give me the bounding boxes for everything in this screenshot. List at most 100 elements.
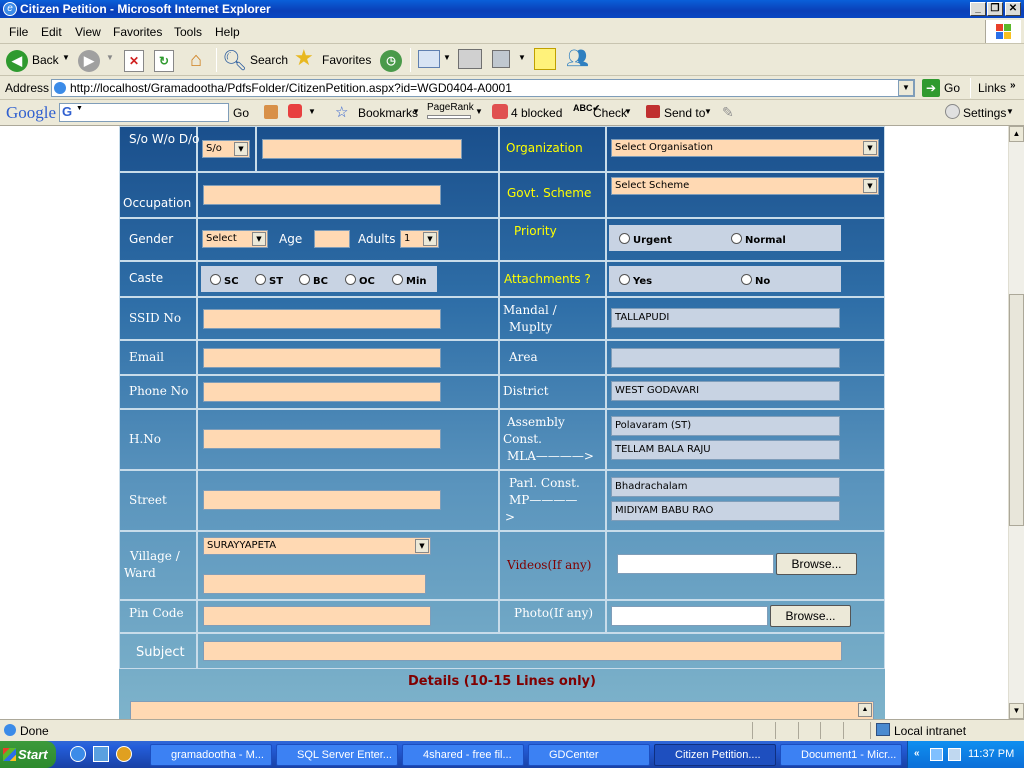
close-button[interactable]: ✕: [1005, 2, 1021, 16]
check-dropdown-icon[interactable]: ▼: [624, 107, 632, 116]
ward-input[interactable]: [203, 574, 426, 594]
tray-expand-icon[interactable]: «: [914, 748, 920, 759]
news-icon[interactable]: [264, 105, 278, 119]
caste-sc-radio[interactable]: [210, 274, 221, 285]
send-to-icon[interactable]: [646, 105, 660, 118]
check-button[interactable]: Check: [593, 106, 627, 120]
mail-icon[interactable]: [418, 50, 440, 68]
videos-file-input[interactable]: [617, 554, 774, 574]
search-button[interactable]: Search: [250, 53, 288, 67]
settings-icon[interactable]: [945, 104, 960, 119]
taskbar-item[interactable]: Document1 - Micr...: [780, 744, 902, 766]
village-select[interactable]: SURAYYAPETA ▼: [203, 537, 431, 555]
relation-name-input[interactable]: [262, 139, 462, 159]
quicklaunch-media-icon[interactable]: [116, 746, 132, 762]
organization-select[interactable]: Select Organisation ▼: [611, 139, 879, 157]
discuss-icon[interactable]: [534, 48, 556, 70]
clock[interactable]: 11:37 PM: [968, 748, 1014, 760]
pincode-input[interactable]: [203, 606, 431, 626]
priority-urgent-radio[interactable]: [619, 233, 630, 244]
back-dropdown-icon[interactable]: ▼: [62, 53, 70, 62]
subject-input[interactable]: [203, 641, 842, 661]
go-arrow-icon[interactable]: ➔: [922, 79, 940, 97]
taskbar-item[interactable]: SQL Server Enter...: [276, 744, 398, 766]
street-input[interactable]: [203, 490, 441, 510]
settings-button[interactable]: Settings: [963, 106, 1006, 120]
network-icon[interactable]: [930, 748, 943, 761]
menu-help[interactable]: Help: [215, 25, 240, 39]
maximize-button[interactable]: ❐: [987, 2, 1003, 16]
stop-icon[interactable]: ✕: [124, 50, 144, 72]
email-input[interactable]: [203, 348, 441, 368]
age-input[interactable]: [314, 230, 350, 248]
attachments-no-radio[interactable]: [741, 274, 752, 285]
menu-file[interactable]: File: [9, 25, 28, 39]
google-go-button[interactable]: Go: [233, 106, 249, 120]
edit-dropdown-icon[interactable]: ▼: [518, 53, 526, 62]
messenger-icon[interactable]: 👥︎: [566, 48, 589, 69]
relation-select[interactable]: S/o ▼: [202, 140, 250, 158]
phone-input[interactable]: [203, 382, 441, 402]
highlighter-icon[interactable]: ✎: [722, 104, 734, 121]
caste-min-radio[interactable]: [392, 274, 403, 285]
minimize-button[interactable]: _: [970, 2, 986, 16]
settings-dropdown-icon[interactable]: ▼: [1006, 107, 1014, 116]
bookmarks-button[interactable]: Bookmarks: [358, 106, 418, 120]
links-chevron-icon[interactable]: »: [1010, 80, 1016, 91]
menu-view[interactable]: View: [75, 25, 101, 39]
menu-favorites[interactable]: Favorites: [113, 25, 162, 39]
search-icon[interactable]: 🔍︎: [222, 48, 247, 73]
vertical-scrollbar[interactable]: ▲ ▼: [1008, 126, 1024, 719]
menu-tools[interactable]: Tools: [174, 25, 202, 39]
adults-select[interactable]: 1 ▼: [400, 230, 439, 248]
hno-input[interactable]: [203, 429, 441, 449]
videos-browse-button[interactable]: Browse...: [776, 553, 857, 575]
caste-st-radio[interactable]: [255, 274, 266, 285]
home-icon[interactable]: ⌂: [184, 48, 208, 72]
taskbar-item[interactable]: 4shared - free fil...: [402, 744, 524, 766]
toolbox-icon[interactable]: [288, 104, 302, 118]
links-button[interactable]: Links: [978, 81, 1006, 95]
go-button[interactable]: Go: [944, 81, 960, 95]
mail-dropdown-icon[interactable]: ▼: [443, 53, 451, 62]
forward-dropdown-icon[interactable]: ▼: [106, 53, 114, 62]
favorites-button[interactable]: Favorites: [322, 53, 371, 67]
scroll-down-icon[interactable]: ▼: [1009, 703, 1024, 719]
caste-bc-radio[interactable]: [299, 274, 310, 285]
send-to-button[interactable]: Send to: [664, 106, 705, 120]
toolbox-dropdown-icon[interactable]: ▼: [308, 107, 316, 116]
gender-select[interactable]: Select ▼: [202, 230, 268, 248]
photo-file-input[interactable]: [611, 606, 768, 626]
bookmarks-star-icon[interactable]: ☆: [335, 103, 348, 121]
send-to-dropdown-icon[interactable]: ▼: [704, 107, 712, 116]
blocked-count[interactable]: 4 blocked: [511, 106, 562, 120]
favorites-star-icon[interactable]: ★: [294, 45, 314, 71]
scheme-select[interactable]: Select Scheme ▼: [611, 177, 879, 195]
textarea-scroll-up-icon[interactable]: ▲: [858, 703, 872, 717]
details-textarea[interactable]: ▲: [130, 701, 874, 719]
pagerank-dropdown-icon[interactable]: ▼: [475, 107, 483, 116]
occupation-input[interactable]: [203, 185, 441, 205]
caste-oc-radio[interactable]: [345, 274, 356, 285]
back-arrow-icon[interactable]: ◀: [6, 50, 28, 72]
menu-edit[interactable]: Edit: [41, 25, 62, 39]
google-search-input[interactable]: G ▼: [59, 103, 229, 122]
taskbar-item[interactable]: GDCenter: [528, 744, 650, 766]
volume-icon[interactable]: [948, 748, 961, 761]
taskbar-item[interactable]: gramadootha - M...: [150, 744, 272, 766]
priority-normal-radio[interactable]: [731, 233, 742, 244]
quicklaunch-desktop-icon[interactable]: [93, 746, 109, 762]
google-dropdown-icon[interactable]: ▼: [76, 105, 83, 112]
edit-icon[interactable]: [492, 50, 510, 68]
quicklaunch-ie-icon[interactable]: [70, 746, 86, 762]
scroll-thumb[interactable]: [1009, 294, 1024, 526]
popup-blocker-icon[interactable]: [492, 104, 508, 119]
taskbar-item-active[interactable]: Citizen Petition....: [654, 744, 776, 766]
print-icon[interactable]: [458, 49, 482, 69]
bookmarks-dropdown-icon[interactable]: ▼: [412, 107, 420, 116]
photo-browse-button[interactable]: Browse...: [770, 605, 851, 627]
forward-arrow-icon[interactable]: ▶: [78, 50, 100, 72]
address-dropdown-icon[interactable]: ▼: [898, 80, 914, 96]
history-icon[interactable]: ◷: [380, 50, 402, 72]
attachments-yes-radio[interactable]: [619, 274, 630, 285]
